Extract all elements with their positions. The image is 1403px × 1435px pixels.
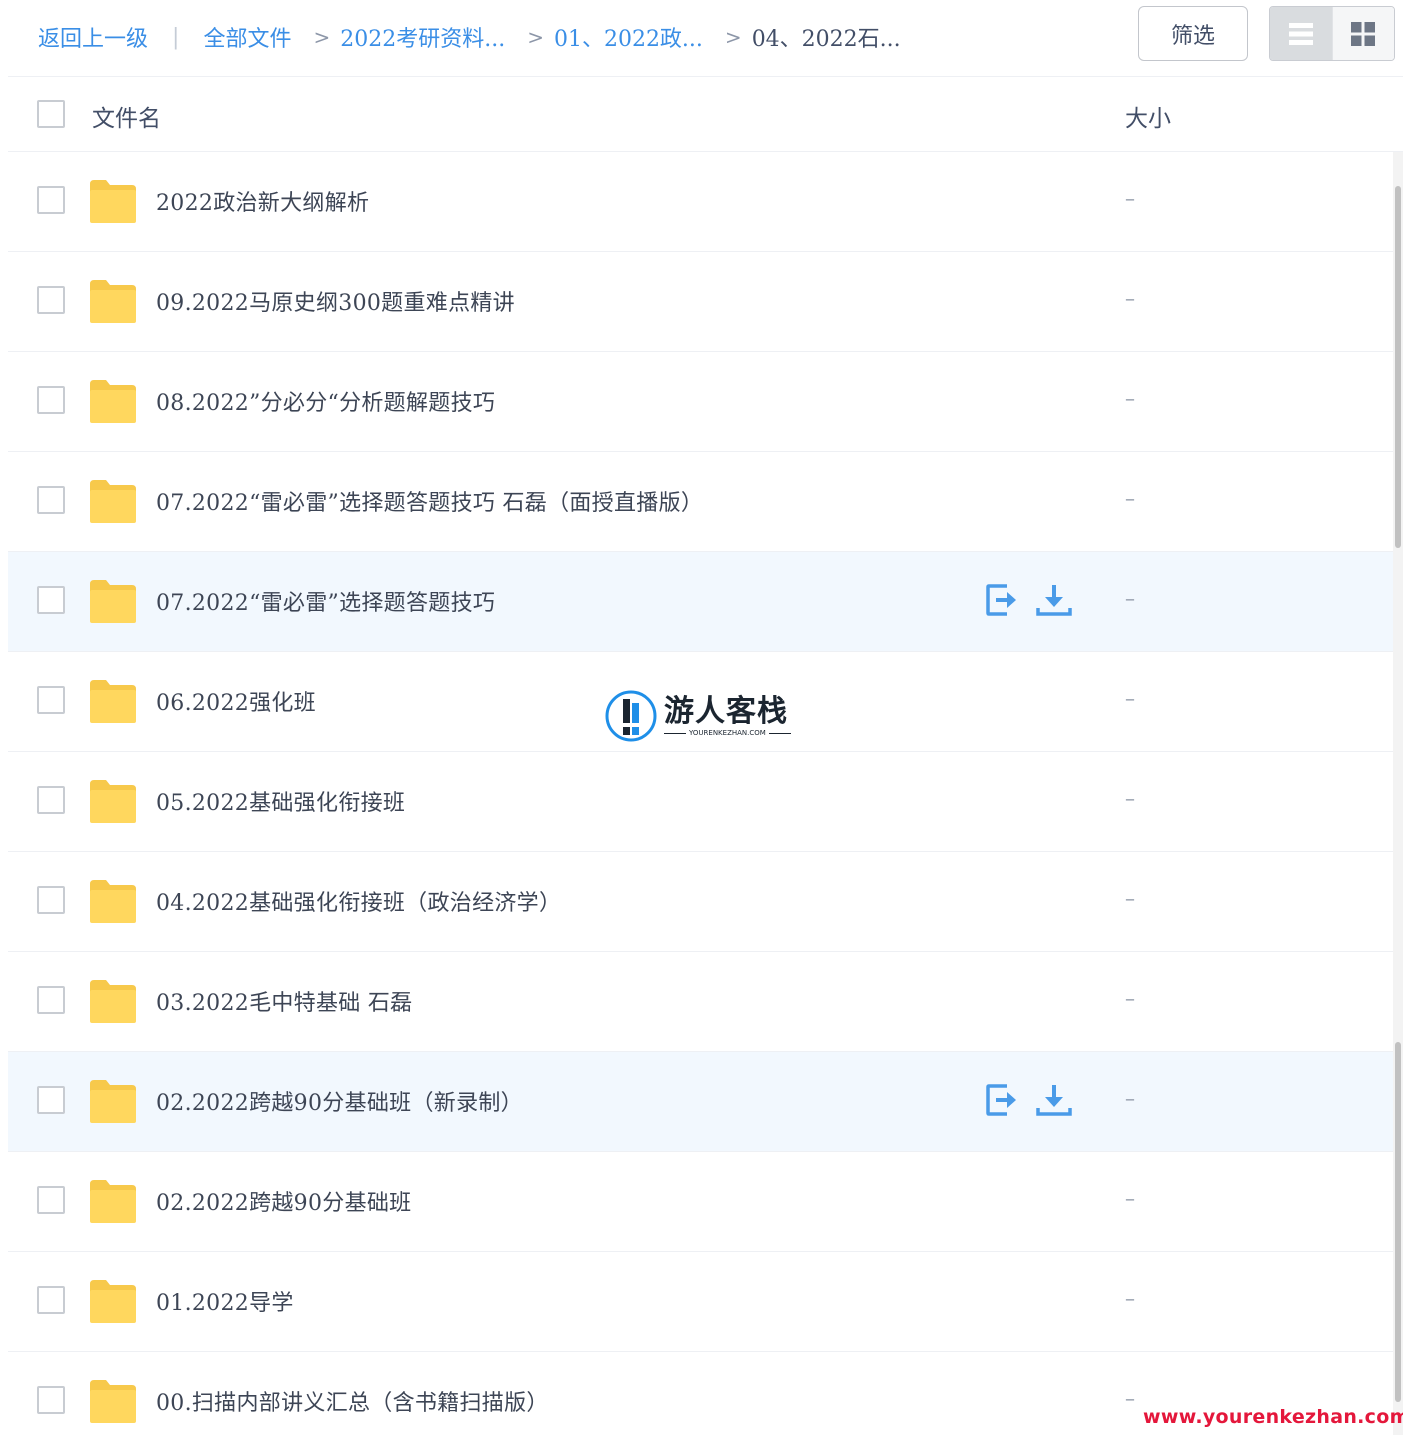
watermark-emblem-icon (605, 690, 657, 742)
row-checkbox[interactable] (37, 886, 65, 914)
watermark-logo: 游人客栈 YOURENKEZHAN.COM (604, 688, 794, 744)
folder-icon (90, 680, 136, 723)
file-name[interactable]: 05.2022基础强化衔接班 (156, 785, 405, 817)
file-size: – (1125, 386, 1135, 410)
list-view-button[interactable] (1270, 7, 1332, 60)
breadcrumb: 返回上一级 | 全部文件 > 2022考研资料... > 01、2022政...… (38, 21, 901, 53)
row-checkbox[interactable] (37, 686, 65, 714)
file-size: – (1125, 486, 1135, 510)
file-name[interactable]: 07.2022“雷必雷”选择题答题技巧 石磊（面授直播版） (156, 485, 703, 517)
row-checkbox[interactable] (37, 386, 65, 414)
filter-button[interactable]: 筛选 (1138, 6, 1248, 61)
file-name[interactable]: 07.2022“雷必雷”选择题答题技巧 (156, 585, 495, 617)
select-all-checkbox[interactable] (37, 100, 65, 128)
breadcrumb-chevron-icon: > (313, 25, 331, 49)
file-name[interactable]: 06.2022强化班 (156, 685, 316, 717)
file-size: – (1125, 986, 1135, 1010)
file-row[interactable]: 05.2022基础强化衔接班 – (8, 752, 1393, 852)
breadcrumb-current: 04、2022石... (751, 27, 901, 52)
column-header-size[interactable]: 大小 (1125, 99, 1171, 133)
file-name[interactable]: 00.扫描内部讲义汇总（含书籍扫描版） (156, 1385, 549, 1417)
row-checkbox[interactable] (37, 986, 65, 1014)
file-size: – (1125, 286, 1135, 310)
folder-icon (90, 180, 136, 223)
row-actions (984, 580, 1072, 620)
folder-icon (90, 880, 136, 923)
column-header-name[interactable]: 文件名 (92, 99, 161, 133)
folder-icon (90, 1180, 136, 1223)
file-size: – (1125, 686, 1135, 710)
scrollbar-thumb[interactable] (1395, 186, 1401, 548)
list-view-icon (1288, 22, 1313, 45)
move-to-icon[interactable] (984, 1080, 1020, 1120)
top-toolbar: 返回上一级 | 全部文件 > 2022考研资料... > 01、2022政...… (8, 0, 1403, 77)
breadcrumb-level-2[interactable]: 01、2022政... (554, 21, 703, 53)
breadcrumb-level-1[interactable]: 2022考研资料... (340, 21, 505, 53)
watermark-title: 游人客栈 (664, 694, 788, 729)
folder-icon (90, 480, 136, 523)
file-name[interactable]: 09.2022马原史纲300题重难点精讲 (156, 285, 515, 317)
row-checkbox[interactable] (37, 586, 65, 614)
file-name[interactable]: 03.2022毛中特基础 石磊 (156, 985, 412, 1017)
file-row[interactable]: 07.2022“雷必雷”选择题答题技巧 – (8, 552, 1393, 652)
file-row[interactable]: 02.2022跨越90分基础班（新录制） – (8, 1052, 1393, 1152)
row-checkbox[interactable] (37, 486, 65, 514)
row-checkbox[interactable] (37, 186, 65, 214)
folder-icon (90, 980, 136, 1023)
file-row[interactable]: 01.2022导学 – (8, 1252, 1393, 1352)
file-row[interactable]: 2022政治新大纲解析 – (8, 152, 1393, 252)
row-checkbox[interactable] (37, 1386, 65, 1414)
file-name[interactable]: 2022政治新大纲解析 (156, 185, 369, 217)
row-actions (984, 1080, 1072, 1120)
file-size: – (1125, 1086, 1135, 1110)
file-name[interactable]: 02.2022跨越90分基础班 (156, 1185, 411, 1217)
row-checkbox[interactable] (37, 286, 65, 314)
breadcrumb-all-files[interactable]: 全部文件 (203, 21, 291, 53)
file-size: – (1125, 1386, 1135, 1410)
row-checkbox[interactable] (37, 786, 65, 814)
row-checkbox[interactable] (37, 1286, 65, 1314)
file-size: – (1125, 886, 1135, 910)
list-header: 文件名 大小 (8, 77, 1403, 152)
file-row[interactable]: 07.2022“雷必雷”选择题答题技巧 石磊（面授直播版） – (8, 452, 1393, 552)
file-name[interactable]: 02.2022跨越90分基础班（新录制） (156, 1085, 523, 1117)
folder-icon (90, 280, 136, 323)
scrollbar-thumb-lower[interactable] (1395, 1042, 1401, 1402)
file-size: – (1125, 586, 1135, 610)
folder-icon (90, 780, 136, 823)
file-size: – (1125, 186, 1135, 210)
back-link[interactable]: 返回上一级 (38, 21, 148, 53)
folder-icon (90, 580, 136, 623)
download-icon[interactable] (1036, 1080, 1072, 1120)
view-toggle (1269, 6, 1395, 61)
grid-view-button[interactable] (1331, 7, 1394, 60)
breadcrumb-chevron-icon: > (724, 25, 742, 49)
file-size: – (1125, 786, 1135, 810)
file-name[interactable]: 01.2022导学 (156, 1285, 294, 1317)
row-checkbox[interactable] (37, 1186, 65, 1214)
file-row[interactable]: 08.2022”分必分“分析题解题技巧 – (8, 352, 1393, 452)
folder-icon (90, 380, 136, 423)
file-row[interactable]: 04.2022基础强化衔接班（政治经济学） – (8, 852, 1393, 952)
breadcrumb-divider: | (172, 24, 180, 50)
watermark-subtitle: YOURENKEZHAN.COM (664, 729, 791, 737)
file-row[interactable]: 02.2022跨越90分基础班 – (8, 1152, 1393, 1252)
file-row[interactable]: 03.2022毛中特基础 石磊 – (8, 952, 1393, 1052)
folder-icon (90, 1280, 136, 1323)
watermark-url: www.yourenkezhan.com (1143, 1406, 1403, 1428)
file-list: 2022政治新大纲解析 –09.2022马原史纲300题重难点精讲 –08.2022… (8, 152, 1393, 1435)
file-name[interactable]: 08.2022”分必分“分析题解题技巧 (156, 385, 495, 417)
row-checkbox[interactable] (37, 1086, 65, 1114)
file-name[interactable]: 04.2022基础强化衔接班（政治经济学） (156, 885, 561, 917)
file-size: – (1125, 1286, 1135, 1310)
folder-icon (90, 1080, 136, 1123)
file-row[interactable]: 09.2022马原史纲300题重难点精讲 – (8, 252, 1393, 352)
breadcrumb-chevron-icon: > (527, 25, 544, 49)
move-to-icon[interactable] (984, 580, 1020, 620)
grid-view-icon (1351, 21, 1376, 46)
download-icon[interactable] (1036, 580, 1072, 620)
folder-icon (90, 1380, 136, 1423)
file-size: – (1125, 1186, 1135, 1210)
